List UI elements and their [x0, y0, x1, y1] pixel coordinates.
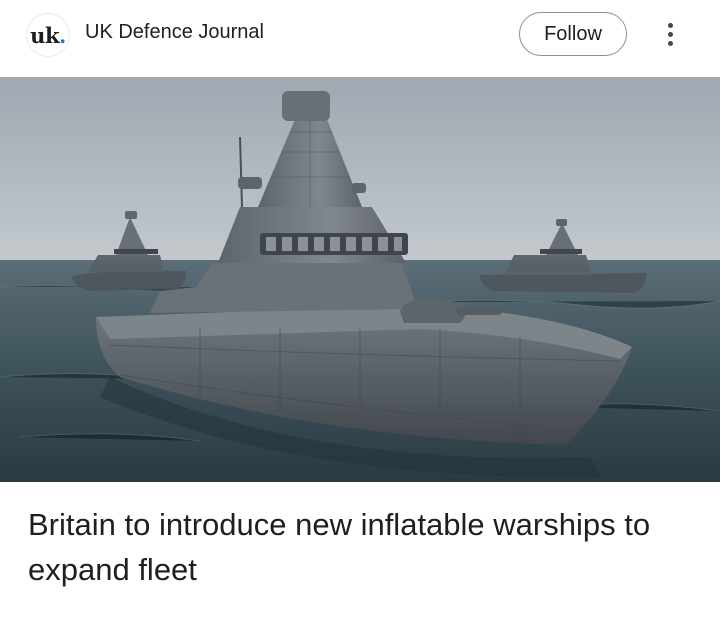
- inflatable-warships-image: [0, 77, 720, 482]
- news-card[interactable]: uk. UK Defence Journal Follow Britain to…: [0, 0, 720, 617]
- logo-text: uk.: [30, 22, 66, 48]
- publisher-logo[interactable]: uk.: [26, 13, 70, 57]
- follow-button[interactable]: Follow: [519, 12, 627, 56]
- article-image[interactable]: [0, 77, 720, 482]
- article-headline[interactable]: Britain to introduce new inflatable wars…: [28, 502, 688, 592]
- publisher-name[interactable]: UK Defence Journal: [85, 21, 264, 44]
- more-options-icon[interactable]: [658, 18, 682, 50]
- card-header: uk. UK Defence Journal Follow: [0, 0, 720, 76]
